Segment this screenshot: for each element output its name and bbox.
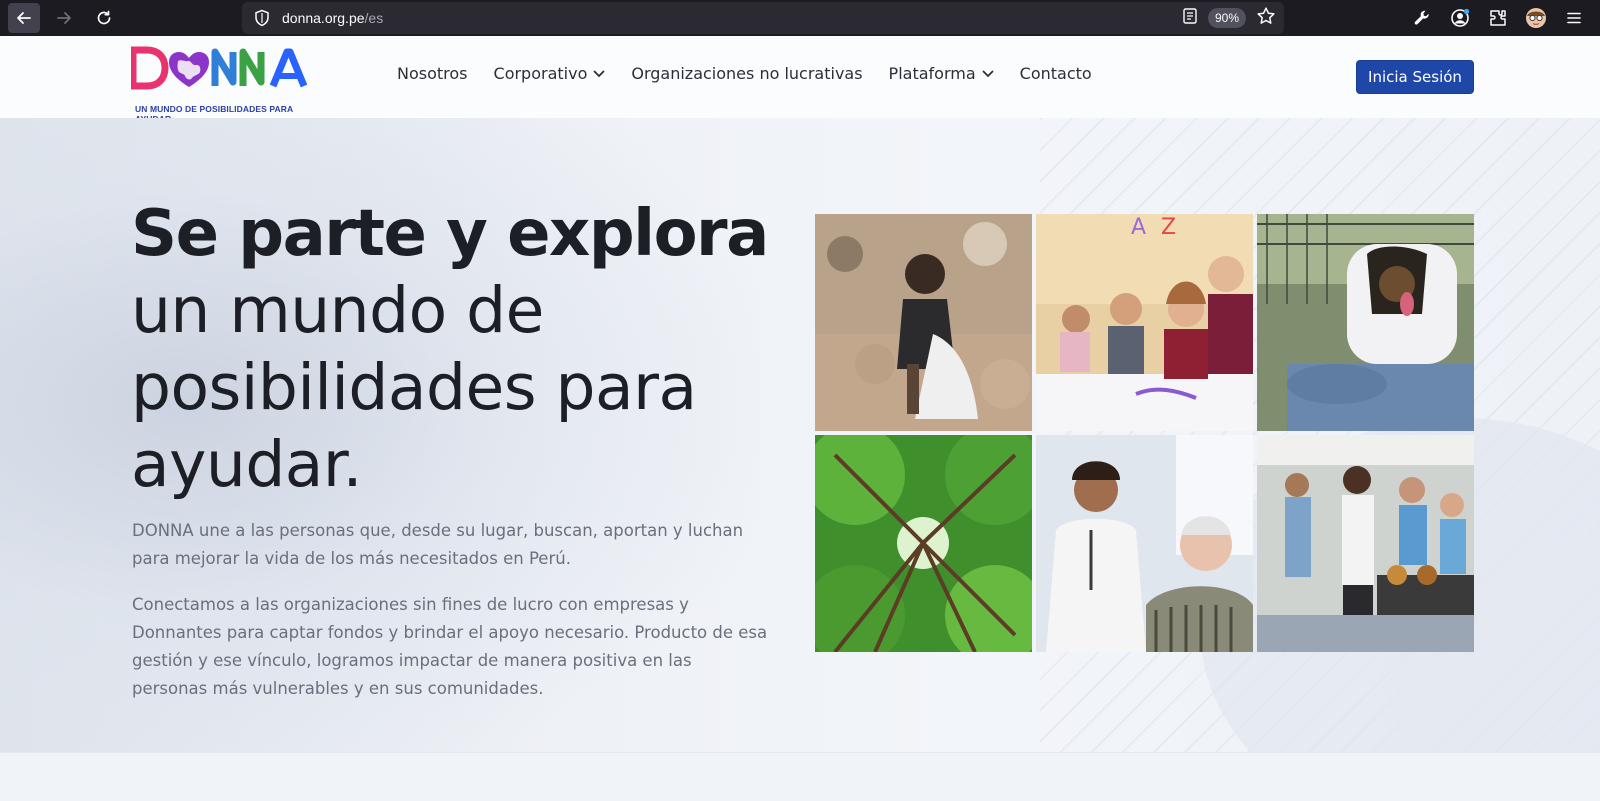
nav-item-contacto[interactable]: Contacto	[1020, 64, 1092, 83]
forward-button[interactable]	[48, 3, 80, 33]
nav-label: Corporativo	[493, 64, 588, 83]
svg-text:Z: Z	[1161, 215, 1176, 240]
nav-label: Plataforma	[888, 64, 976, 83]
photo-children-drawing: A Z	[1036, 214, 1253, 431]
wrench-icon[interactable]	[1410, 6, 1434, 30]
nav-item-corporativo[interactable]: Corporativo	[494, 64, 606, 83]
hero-paragraph-1: DONNA une a las personas que, desde su l…	[132, 521, 744, 568]
photo-forest-canopy	[815, 435, 1032, 652]
browser-toolbar: donna.org.pe/es 90%	[0, 0, 1600, 36]
reload-button[interactable]	[88, 3, 120, 33]
toolbar-actions	[1410, 0, 1600, 36]
donna-logo[interactable]: UN MUNDO DE POSIBILIDADES PARA AYUDAR	[129, 46, 331, 124]
nav-item-organizaciones[interactable]: Organizaciones no lucrativas	[631, 64, 862, 83]
chevron-down-icon	[982, 70, 994, 77]
reload-icon	[97, 10, 111, 25]
nav-item-plataforma[interactable]: Plataforma	[889, 64, 994, 83]
url-text[interactable]: donna.org.pe/es	[282, 10, 383, 26]
hero-title-line-3: ayudar.	[131, 428, 363, 501]
shield-icon[interactable]	[252, 8, 272, 28]
extensions-icon[interactable]	[1486, 6, 1510, 30]
login-button[interactable]: Inicia Sesión	[1356, 60, 1474, 94]
photo-volunteers-serving	[1257, 435, 1474, 652]
account-icon[interactable]	[1448, 6, 1472, 30]
svg-text:A: A	[1131, 215, 1146, 240]
logo-wordmark-icon	[129, 46, 308, 90]
hero-title-line-1: un mundo de	[131, 274, 544, 347]
hero-title-line-2: posibilidades para	[131, 351, 697, 424]
arrow-left-icon	[17, 12, 31, 24]
star-bookmark-icon[interactable]	[1256, 6, 1276, 30]
url-domain: donna.org.pe	[282, 10, 365, 26]
main-nav: Nosotros Corporativo Organizaciones no l…	[397, 64, 1118, 83]
photo-doctor-elderly	[1036, 435, 1253, 652]
extension-avatar-icon[interactable]	[1524, 6, 1548, 30]
nav-label: Organizaciones no lucrativas	[631, 64, 863, 83]
hero-title: Se parte y explora un mundo de posibilid…	[131, 196, 811, 503]
photo-girl-recycling	[815, 214, 1032, 431]
back-button[interactable]	[8, 3, 40, 33]
hero-paragraph-2: Conectamos a las organizaciones sin fine…	[132, 595, 768, 698]
address-bar[interactable]: donna.org.pe/es 90%	[242, 2, 1284, 34]
hero-title-bold: Se parte y explora	[131, 197, 769, 271]
site-header: UN MUNDO DE POSIBILIDADES PARA AYUDAR No…	[0, 36, 1600, 124]
reader-view-icon[interactable]	[1182, 7, 1198, 29]
arrow-right-icon	[57, 12, 71, 24]
next-section-edge	[0, 752, 1600, 801]
url-path: /es	[364, 10, 384, 26]
menu-icon[interactable]	[1562, 6, 1586, 30]
nav-item-nosotros[interactable]: Nosotros	[397, 64, 468, 83]
chevron-down-icon	[593, 70, 605, 77]
nav-label: Nosotros	[397, 64, 468, 83]
photo-woman-with-dog	[1257, 214, 1474, 431]
photo-grid: A Z	[815, 214, 1474, 655]
zoom-badge[interactable]: 90%	[1207, 8, 1246, 28]
nav-label: Contacto	[1019, 64, 1092, 83]
